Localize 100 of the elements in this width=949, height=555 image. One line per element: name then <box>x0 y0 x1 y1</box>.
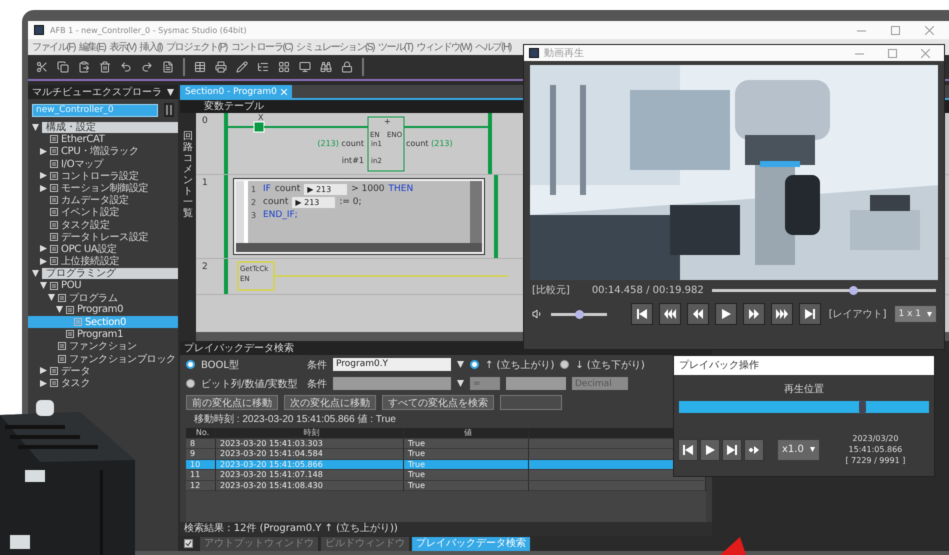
undo-icon[interactable] <box>120 61 132 73</box>
close-icon[interactable] <box>920 48 930 58</box>
menu-item[interactable]: コントローラ(C) <box>230 40 292 54</box>
tree-item[interactable]: Program0 <box>28 304 178 316</box>
delete-icon[interactable] <box>99 61 111 73</box>
tree-item[interactable]: CPU・増設ラック <box>28 145 178 158</box>
tree-item[interactable]: モーション制御設定 <box>28 182 178 194</box>
paste-icon[interactable] <box>78 61 90 73</box>
menu-item[interactable]: 編集(E) <box>78 40 106 54</box>
redo-icon[interactable] <box>141 61 153 73</box>
rewind-button[interactable] <box>686 303 709 325</box>
copy-icon[interactable] <box>57 61 69 73</box>
skip-forward-button[interactable] <box>722 438 742 460</box>
speed-dropdown[interactable]: x1.0 <box>778 440 819 460</box>
tree-item[interactable]: I/Oマップ <box>28 158 178 170</box>
tree-label: Section0 <box>85 316 126 328</box>
tree-item[interactable]: コントローラ設定 <box>28 170 178 182</box>
menu-item[interactable]: ツール(T) <box>378 40 412 54</box>
seek-slider[interactable] <box>712 288 936 292</box>
cut-icon[interactable] <box>36 61 48 73</box>
table-row[interactable]: 12 2023-03-20 15:41:08.430 True <box>186 480 706 491</box>
fast-forward-button[interactable] <box>770 303 793 325</box>
radio-button[interactable] <box>186 360 195 369</box>
menu-item[interactable]: 挿入(I) <box>140 40 162 54</box>
menu-item[interactable]: ウィンドウ(W) <box>416 40 472 54</box>
tree-item[interactable]: データ <box>28 364 178 377</box>
tree-item[interactable]: POU <box>28 279 178 292</box>
item-icon <box>66 330 74 338</box>
slider-thumb[interactable] <box>849 286 858 294</box>
search-button[interactable]: 前の変化点に移動 <box>186 395 278 410</box>
tree-item[interactable]: ファンクション <box>28 340 178 353</box>
tree-item[interactable]: タスク設定 <box>28 218 178 231</box>
tree-item[interactable]: プログラム <box>28 292 178 304</box>
skip-back-button[interactable] <box>678 438 698 460</box>
menu-item[interactable]: ヘルプ(H) <box>475 40 511 54</box>
panel-title: プレイバック操作 <box>674 356 934 375</box>
monitor-icon[interactable] <box>299 61 311 73</box>
search-button[interactable]: 次の変化点に移動 <box>284 395 376 410</box>
item-icon <box>50 208 58 216</box>
tree-item[interactable]: EtherCAT <box>28 133 178 146</box>
forward-button[interactable] <box>742 303 765 325</box>
slider-thumb[interactable] <box>574 310 584 318</box>
collapse-arrow-icon[interactable] <box>457 361 464 368</box>
code-token: > 1000 <box>351 184 385 194</box>
tree-item[interactable]: カムデータ設定 <box>28 194 178 206</box>
condition-field[interactable]: Program0.Y <box>333 358 451 371</box>
step-button[interactable] <box>744 438 764 460</box>
menu-item[interactable]: ファイル(F) <box>32 40 75 54</box>
grid-icon[interactable] <box>278 61 290 73</box>
section-label: プログラミング <box>42 268 178 279</box>
search-button[interactable]: すべての変化点を検索 <box>382 395 494 410</box>
app-icon <box>34 25 44 35</box>
maximize-icon[interactable] <box>890 26 900 34</box>
document-icon[interactable] <box>162 61 174 73</box>
table-cell: 2023-03-20 15:41:08.430 <box>216 480 404 490</box>
tree-item[interactable]: Program1 <box>28 328 178 340</box>
play-button[interactable] <box>700 438 720 460</box>
fast-rewind-button[interactable] <box>658 303 681 325</box>
tree-item[interactable]: タスク <box>28 376 178 390</box>
item-icon <box>50 196 58 204</box>
tree-item[interactable]: プログラミング <box>28 267 178 280</box>
layout-dropdown[interactable]: 1 x 1 <box>894 306 936 322</box>
tree-item[interactable]: OPC UA設定 <box>28 242 178 256</box>
radio-button[interactable] <box>470 360 479 369</box>
printer-icon[interactable] <box>215 61 227 73</box>
table-row[interactable]: 11 2023-03-20 15:41:07.148 True <box>186 470 706 480</box>
menu-item[interactable]: 表示(V) <box>109 40 136 54</box>
slider-thumb[interactable] <box>858 400 866 414</box>
skip-back-button[interactable] <box>630 303 653 325</box>
table-icon[interactable] <box>194 61 206 73</box>
collapse-arrow-icon[interactable] <box>32 124 39 131</box>
app-icon <box>529 48 539 58</box>
collapse-arrow-icon[interactable] <box>167 88 174 96</box>
position-slider[interactable] <box>679 401 929 413</box>
menu-item[interactable]: プロジェクト(P) <box>166 40 227 54</box>
checkbox[interactable] <box>184 539 193 548</box>
tree-item[interactable]: ファンクションブロック <box>28 352 178 365</box>
editor-gutter <box>236 181 248 243</box>
radio-button[interactable] <box>560 360 570 369</box>
collapse-arrow-icon[interactable] <box>457 380 464 387</box>
radio-label: ビット列/数値/実数型 <box>201 378 299 390</box>
value-field[interactable] <box>506 377 566 390</box>
volume-slider[interactable] <box>551 312 607 316</box>
tree-icon[interactable] <box>257 61 269 73</box>
close-icon[interactable] <box>924 26 934 34</box>
skip-forward-icon <box>726 444 738 456</box>
tree-item[interactable]: イベント設定 <box>28 206 178 218</box>
column-header: 時刻 <box>216 428 404 438</box>
lock-icon[interactable] <box>341 61 353 73</box>
tree-item[interactable]: 上位接続設定 <box>28 255 178 268</box>
maximize-icon[interactable] <box>888 48 896 58</box>
pencil-icon[interactable] <box>236 61 248 73</box>
tree-item[interactable]: データトレース設定 <box>28 230 178 243</box>
skip-forward-button[interactable] <box>798 303 821 325</box>
collapse-arrow-icon[interactable] <box>810 447 815 452</box>
menu-item[interactable]: シミュレーション(S) <box>296 40 374 54</box>
play-button[interactable] <box>714 303 737 325</box>
expand-arrow-icon[interactable] <box>40 148 47 155</box>
binoculars-icon[interactable] <box>320 61 332 73</box>
tree-item[interactable]: 構成・設定 <box>28 121 178 134</box>
